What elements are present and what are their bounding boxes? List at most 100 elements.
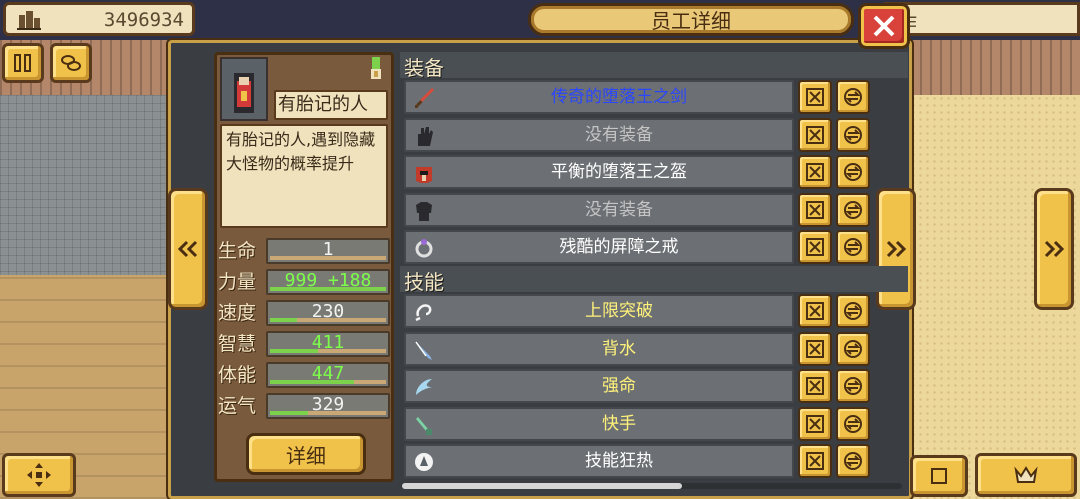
skill-row[interactable]: 强命	[404, 369, 870, 403]
swap-button[interactable]	[836, 117, 870, 152]
swap-icon	[844, 238, 862, 256]
unequip-x-icon	[806, 414, 824, 433]
swap-button[interactable]	[836, 155, 870, 189]
previous-employee-button[interactable]	[168, 188, 208, 310]
building-icon	[17, 11, 41, 30]
sword-icon	[415, 88, 434, 108]
swap-button[interactable]	[836, 80, 870, 114]
stat-value: 329	[311, 394, 345, 415]
stat-value: 1	[322, 239, 334, 260]
skill-name: 技能狂热	[585, 451, 653, 471]
swap-button[interactable]	[836, 230, 870, 264]
dialog-title-bar: 员工详细	[528, 3, 854, 36]
double-chevron-right-icon	[886, 240, 907, 258]
scroll-right-button[interactable]	[1034, 188, 1074, 310]
equipment-slot[interactable]: 没有装备	[404, 117, 794, 152]
money-value: 3496934	[103, 9, 184, 31]
remove-button[interactable]	[798, 444, 832, 478]
horizontal-scrollbar[interactable]	[402, 483, 902, 489]
equipment-name: 没有装备	[585, 199, 653, 220]
stat-value: 999 +188	[284, 270, 372, 291]
detail-button[interactable]: 详细	[246, 433, 366, 475]
unequip-x-icon	[806, 302, 824, 320]
equipment-label: 装备	[404, 56, 444, 80]
close-button[interactable]	[858, 3, 910, 49]
menu-button[interactable]	[910, 455, 968, 497]
equipment-slot[interactable]: 残酷的屏障之戒	[404, 230, 794, 264]
unequip-x-icon	[806, 88, 824, 106]
swap-icon	[844, 339, 862, 358]
pause-button[interactable]	[2, 43, 44, 83]
equipment-slot[interactable]: 没有装备	[404, 192, 794, 227]
skill-row[interactable]: 快手	[404, 406, 870, 441]
background-floor-stone	[0, 95, 170, 275]
skill-name: 快手	[602, 413, 636, 434]
equipment-row[interactable]: 没有装备	[404, 192, 870, 227]
stat-row: 速度 230	[218, 298, 390, 328]
remove-button[interactable]	[798, 80, 832, 114]
skill-slot[interactable]: 技能狂热	[404, 444, 794, 478]
remove-button[interactable]	[798, 406, 832, 441]
equipment-row[interactable]: 传奇的堕落王之剑	[404, 80, 870, 114]
skill-slot[interactable]: 背水	[404, 331, 794, 366]
stat-label: 速度	[218, 302, 257, 324]
move-arrows-icon	[27, 463, 51, 487]
stat-label: 运气	[218, 395, 257, 417]
swap-button[interactable]	[836, 331, 870, 366]
character-sprite-icon	[234, 73, 254, 113]
swap-button[interactable]	[836, 294, 870, 328]
unequip-x-icon	[806, 200, 824, 219]
stat-row: 体能 447	[218, 360, 390, 390]
stat-row: 智慧 411	[218, 329, 390, 359]
swap-icon	[844, 88, 862, 106]
swap-icon	[844, 200, 862, 219]
move-button[interactable]	[2, 453, 76, 497]
stat-label: 智慧	[218, 333, 257, 355]
remove-button[interactable]	[798, 331, 832, 366]
stat-value: 230	[311, 301, 345, 322]
top-right-panel: 作	[880, 2, 1080, 36]
character-portrait	[220, 57, 268, 121]
skill-row[interactable]: 上限突破	[404, 294, 870, 328]
equipment-slot[interactable]: 传奇的堕落王之剑	[404, 80, 794, 114]
skill-slot[interactable]: 快手	[404, 406, 794, 441]
stat-bar: 230	[266, 300, 390, 326]
armor-icon	[416, 201, 432, 221]
equipment-name: 没有装备	[585, 124, 653, 145]
skill-row[interactable]: 背水	[404, 331, 870, 366]
swap-button[interactable]	[836, 192, 870, 227]
unequip-x-icon	[806, 125, 824, 144]
equipment-row[interactable]: 没有装备	[404, 117, 870, 152]
swap-button[interactable]	[836, 444, 870, 478]
swap-icon	[844, 377, 862, 395]
unequip-x-icon	[806, 377, 824, 395]
scrollbar-thumb[interactable]	[402, 483, 682, 489]
medal-icon	[371, 57, 381, 79]
swap-icon	[844, 125, 862, 144]
skill-slot[interactable]: 强命	[404, 369, 794, 403]
unequip-x-icon	[806, 238, 824, 256]
skill-name: 强命	[602, 376, 636, 396]
equipment-name: 平衡的堕落王之盔	[551, 162, 687, 182]
close-icon	[873, 15, 895, 37]
ranking-button[interactable]	[975, 453, 1077, 497]
remove-button[interactable]	[798, 117, 832, 152]
remove-button[interactable]	[798, 155, 832, 189]
remove-button[interactable]	[798, 369, 832, 403]
swap-icon	[844, 414, 862, 433]
link-button[interactable]	[50, 43, 92, 83]
stat-bar: 411	[266, 331, 390, 357]
unequip-x-icon	[806, 452, 824, 470]
swap-button[interactable]	[836, 406, 870, 441]
swap-button[interactable]	[836, 369, 870, 403]
equipment-row[interactable]: 残酷的屏障之戒	[404, 230, 870, 264]
skill-slot[interactable]: 上限突破	[404, 294, 794, 328]
remove-button[interactable]	[798, 230, 832, 264]
remove-button[interactable]	[798, 294, 832, 328]
skill-row[interactable]: 技能狂热	[404, 444, 870, 478]
pause-icon	[14, 54, 31, 72]
remove-button[interactable]	[798, 192, 832, 227]
equipment-slot[interactable]: 平衡的堕落王之盔	[404, 155, 794, 189]
equipment-row[interactable]: 平衡的堕落王之盔	[404, 155, 870, 189]
swap-icon	[844, 452, 862, 470]
